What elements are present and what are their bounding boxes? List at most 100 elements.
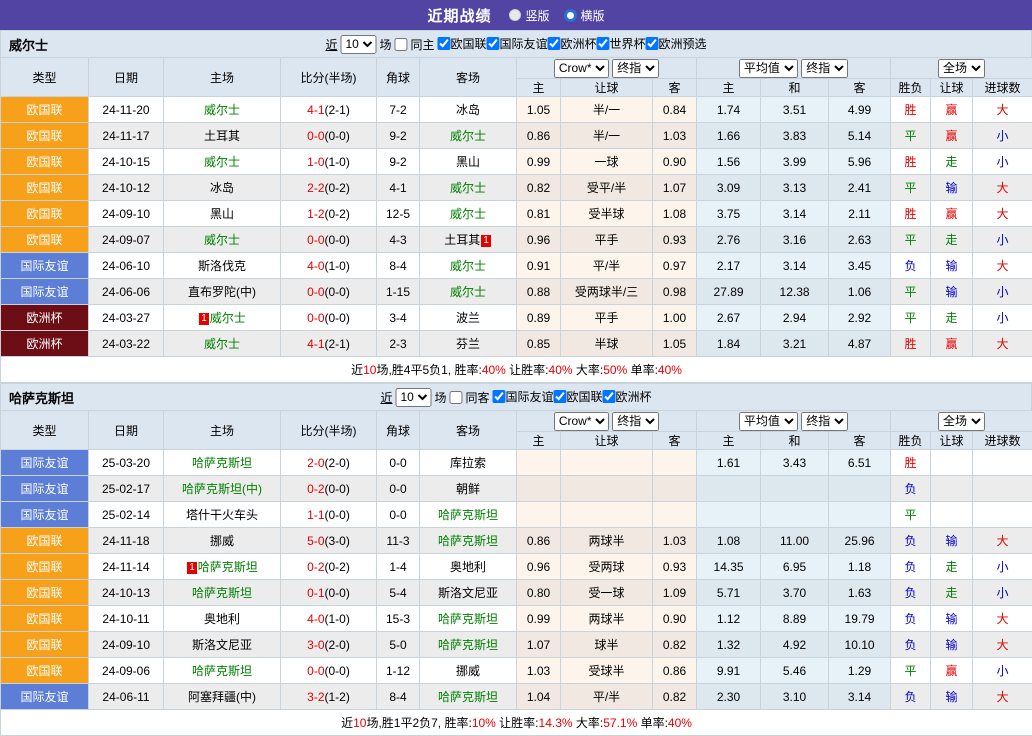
team-label: 哈萨克斯坦 — [438, 612, 498, 626]
final-odds-select-2[interactable]: 终指 — [801, 59, 848, 78]
odds-home: 0.82 — [517, 175, 561, 201]
score-cell: 1-0(1-0) — [281, 149, 377, 175]
final-odds-select[interactable]: 终指 — [612, 59, 659, 78]
average-select[interactable]: 平均值 — [739, 59, 798, 78]
team-cell: 威尔士 — [164, 97, 281, 123]
view-option-vertical[interactable]: 竖版 — [509, 7, 549, 24]
odds-handicap: 受平/半 — [561, 175, 653, 201]
avg-home: 1.32 — [697, 632, 761, 658]
odds-away: 1.00 — [653, 305, 697, 331]
average-select[interactable]: 平均值 — [739, 412, 798, 431]
near-link[interactable]: 近 — [325, 36, 337, 53]
odds-home — [517, 502, 561, 528]
team-cell: 库拉索 — [420, 450, 517, 476]
fulltime-score: 0-0 — [307, 664, 324, 678]
col-handicap-result: 让球 — [931, 432, 973, 450]
radio-checked-icon[interactable] — [564, 9, 577, 22]
avg-draw: 3.14 — [761, 253, 829, 279]
match-date: 24-10-15 — [89, 149, 164, 175]
col-odds-away: 客 — [653, 432, 697, 450]
avg-draw: 3.43 — [761, 450, 829, 476]
team-cell: 威尔士 — [420, 253, 517, 279]
summary-segment: 10 — [353, 716, 366, 730]
final-odds-select-2[interactable]: 终指 — [801, 412, 848, 431]
avg-home: 1.08 — [697, 528, 761, 554]
odds-away: 0.98 — [653, 279, 697, 305]
team-cell: 哈萨克斯坦 — [420, 684, 517, 710]
avg-away: 1.29 — [829, 658, 891, 684]
summary-segment: 10 — [363, 363, 376, 377]
recent-count-select[interactable]: 10 — [340, 35, 376, 54]
team-cell: 奥地利 — [164, 606, 281, 632]
fulltime-score: 0-0 — [307, 129, 324, 143]
corner-cell: 2-3 — [377, 331, 420, 357]
team-label: 威尔士 — [210, 311, 246, 325]
odds-away: 0.82 — [653, 684, 697, 710]
scope-select[interactable]: 全场 — [938, 59, 985, 78]
odds-away: 1.03 — [653, 528, 697, 554]
league-filter-checkbox[interactable] — [603, 390, 616, 403]
goals-result-cell: 小 — [973, 123, 1032, 149]
recent-count-select[interactable]: 10 — [395, 388, 431, 407]
fulltime-score: 3-0 — [307, 638, 324, 652]
col-avg-draw: 和 — [761, 432, 829, 450]
near-link[interactable]: 近 — [380, 389, 392, 406]
league-filter-item: 欧国联 — [554, 388, 603, 405]
table-row: 欧国联24-11-20威尔士4-1(2-1)7-2冰岛1.05半/一0.841.… — [1, 97, 1032, 123]
col-avg-draw: 和 — [761, 79, 829, 97]
league-filter-checkbox[interactable] — [597, 37, 610, 50]
avg-home: 2.76 — [697, 227, 761, 253]
bookmaker-select[interactable]: Crow* — [554, 412, 609, 431]
match-type-badge: 欧国联 — [1, 606, 89, 632]
table-row: 欧国联24-10-11奥地利4-0(1-0)15-3哈萨克斯坦0.99两球半0.… — [1, 606, 1032, 632]
league-filter-checkbox[interactable] — [487, 37, 500, 50]
halftime-score: (2-0) — [325, 638, 350, 652]
goals-result-cell: 大 — [973, 175, 1032, 201]
league-filter-checkbox[interactable] — [437, 37, 450, 50]
summary-segment: 57.1% — [603, 716, 637, 730]
league-filter-checkbox[interactable] — [646, 37, 659, 50]
team-label: 威尔士 — [450, 207, 486, 221]
odds-home: 0.80 — [517, 580, 561, 606]
score-cell: 0-2(0-0) — [281, 476, 377, 502]
avg-draw — [761, 502, 829, 528]
table-row: 欧国联24-10-13哈萨克斯坦0-1(0-0)5-4斯洛文尼亚0.80受一球1… — [1, 580, 1032, 606]
team-cell: 朝鲜 — [420, 476, 517, 502]
odds-select-group: Crow* 终指 — [517, 411, 697, 432]
odds-handicap: 受两球 — [561, 554, 653, 580]
goals-result-cell: 小 — [973, 279, 1032, 305]
match-type-badge: 国际友谊 — [1, 476, 89, 502]
match-type-badge: 欧洲杯 — [1, 331, 89, 357]
match-type-badge: 欧洲杯 — [1, 305, 89, 331]
odds-handicap: 半/一 — [561, 97, 653, 123]
team-label: 朝鲜 — [456, 482, 480, 496]
same-venue-checkbox[interactable] — [394, 38, 407, 51]
avg-home: 1.56 — [697, 149, 761, 175]
summary-segment: 场,胜4平5负1, 胜率: — [376, 363, 481, 377]
handicap-result-cell: 走 — [931, 227, 973, 253]
same-venue-checkbox[interactable] — [449, 391, 462, 404]
page-title: 近期战绩 — [427, 5, 491, 26]
result-cell: 平 — [891, 175, 931, 201]
radio-icon[interactable] — [509, 9, 521, 21]
league-filter-checkbox[interactable] — [548, 37, 561, 50]
avg-draw: 12.38 — [761, 279, 829, 305]
handicap-result-cell: 输 — [931, 632, 973, 658]
view-option-horizontal[interactable]: 横版 — [564, 7, 605, 24]
odds-handicap: 受球半 — [561, 658, 653, 684]
rank-marker: 1 — [481, 235, 491, 247]
handicap-result-cell: 走 — [931, 554, 973, 580]
team-label: 挪威 — [210, 534, 234, 548]
bookmaker-select[interactable]: Crow* — [554, 59, 609, 78]
score-cell: 4-1(2-1) — [281, 331, 377, 357]
league-filter-checkbox[interactable] — [554, 390, 567, 403]
avg-home: 2.17 — [697, 253, 761, 279]
avg-home: 3.09 — [697, 175, 761, 201]
final-odds-select[interactable]: 终指 — [612, 412, 659, 431]
league-filter-checkbox[interactable] — [493, 390, 506, 403]
team-cell: 斯洛文尼亚 — [420, 580, 517, 606]
team-label: 哈萨克斯坦 — [438, 638, 498, 652]
score-cell: 0-0(0-0) — [281, 658, 377, 684]
odds-handicap: 受一球 — [561, 580, 653, 606]
scope-select[interactable]: 全场 — [938, 412, 985, 431]
